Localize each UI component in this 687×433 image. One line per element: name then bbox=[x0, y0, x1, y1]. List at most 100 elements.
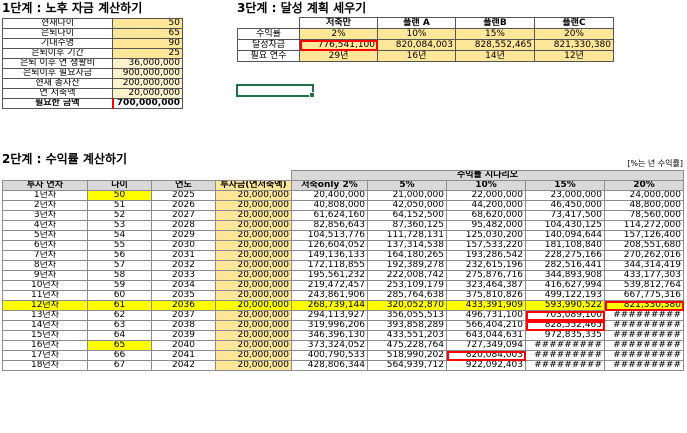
table-cell[interactable]: 268,739,144 bbox=[291, 300, 368, 311]
column-header[interactable]: 5% bbox=[367, 180, 447, 191]
table-cell[interactable]: 48,800,000 bbox=[604, 200, 684, 211]
column-header[interactable]: 20% bbox=[604, 180, 684, 191]
plan-value[interactable]: 828,552,465 bbox=[455, 39, 535, 51]
table-cell[interactable]: 539,812,764 bbox=[604, 280, 684, 291]
table-cell[interactable]: 42,050,000 bbox=[367, 200, 447, 211]
table-cell[interactable]: 564,939,712 bbox=[367, 360, 447, 371]
table-cell[interactable]: 703,089,100 bbox=[525, 310, 605, 321]
table-cell[interactable]: 20,000,000 bbox=[215, 260, 292, 271]
fund-value[interactable]: 200,000,000 bbox=[112, 78, 183, 89]
table-cell[interactable]: 346,396,130 bbox=[291, 330, 368, 341]
table-cell[interactable]: 319,996,206 bbox=[291, 320, 368, 331]
column-header[interactable]: 투자 연차 bbox=[2, 180, 88, 191]
table-cell[interactable]: 66 bbox=[87, 350, 152, 361]
table-cell[interactable]: 104,430,125 bbox=[525, 220, 605, 231]
plan-label[interactable]: 수익률 bbox=[237, 28, 300, 40]
table-cell[interactable]: 344,314,419 bbox=[604, 260, 684, 271]
table-cell[interactable]: ######### bbox=[525, 350, 605, 361]
table-cell[interactable]: 373,324,052 bbox=[291, 340, 368, 351]
table-cell[interactable]: 344,893,908 bbox=[525, 270, 605, 281]
table-cell[interactable]: 65 bbox=[87, 340, 152, 351]
table-cell[interactable]: 14년차 bbox=[2, 320, 88, 331]
table-cell[interactable]: 172,118,855 bbox=[291, 260, 368, 271]
table-cell[interactable]: 2030 bbox=[151, 240, 216, 251]
table-cell[interactable]: 2031 bbox=[151, 250, 216, 261]
table-cell[interactable]: 12년차 bbox=[2, 300, 88, 311]
table-cell[interactable]: 23,000,000 bbox=[525, 190, 605, 201]
table-cell[interactable]: 499,122,193 bbox=[525, 290, 605, 301]
table-cell[interactable]: 3년차 bbox=[2, 210, 88, 221]
table-cell[interactable]: 4년차 bbox=[2, 220, 88, 231]
plan-header-cell[interactable]: 플랜C bbox=[534, 17, 614, 29]
table-cell[interactable]: 7년차 bbox=[2, 250, 88, 261]
table-cell[interactable]: 11년차 bbox=[2, 290, 88, 301]
table-cell[interactable]: 20,400,000 bbox=[291, 190, 368, 201]
table-cell[interactable]: ######### bbox=[604, 340, 684, 351]
table-cell[interactable]: 228,275,166 bbox=[525, 250, 605, 261]
table-cell[interactable]: 137,314,538 bbox=[367, 240, 447, 251]
fund-label[interactable]: 현재나이 bbox=[2, 18, 113, 29]
table-cell[interactable]: 475,228,764 bbox=[367, 340, 447, 351]
fund-value[interactable]: 50 bbox=[112, 18, 183, 29]
plan-label[interactable]: 달성자금 bbox=[237, 39, 300, 51]
table-cell[interactable]: 164,180,265 bbox=[367, 250, 447, 261]
table-cell[interactable]: 20,000,000 bbox=[215, 360, 292, 371]
table-cell[interactable]: 73,417,500 bbox=[525, 210, 605, 221]
fund-label[interactable]: 은퇴나이 bbox=[2, 28, 113, 39]
fund-label[interactable]: 현재 총자산 bbox=[2, 78, 113, 89]
table-cell[interactable]: 820,084,003 bbox=[446, 350, 526, 361]
table-cell[interactable]: 50 bbox=[87, 190, 152, 201]
plan-value[interactable]: 820,084,003 bbox=[377, 39, 456, 51]
table-cell[interactable]: 10년차 bbox=[2, 280, 88, 291]
table-cell[interactable]: 2032 bbox=[151, 260, 216, 271]
table-cell[interactable]: 232,615,196 bbox=[446, 260, 526, 271]
table-cell[interactable]: 55 bbox=[87, 240, 152, 251]
table-cell[interactable]: 253,109,179 bbox=[367, 280, 447, 291]
plan-value[interactable]: 14년 bbox=[455, 50, 535, 62]
table-cell[interactable]: 643,044,631 bbox=[446, 330, 526, 341]
table-cell[interactable]: 2년차 bbox=[2, 200, 88, 211]
table-cell[interactable]: 13년차 bbox=[2, 310, 88, 321]
table-cell[interactable]: 727,349,094 bbox=[446, 340, 526, 351]
table-cell[interactable]: 51 bbox=[87, 200, 152, 211]
table-cell[interactable]: ######### bbox=[604, 310, 684, 321]
plan-value[interactable]: 29년 bbox=[299, 50, 378, 62]
table-cell[interactable]: 8년차 bbox=[2, 260, 88, 271]
plan-value[interactable]: 16년 bbox=[377, 50, 456, 62]
plan-value[interactable]: 20% bbox=[534, 28, 614, 40]
table-cell[interactable]: 20,000,000 bbox=[215, 300, 292, 311]
table-cell[interactable]: 1년차 bbox=[2, 190, 88, 201]
table-cell[interactable]: 2028 bbox=[151, 220, 216, 231]
table-cell[interactable]: 320,052,870 bbox=[367, 300, 447, 311]
column-header[interactable]: 저축only 2% bbox=[291, 180, 368, 191]
table-cell[interactable]: 195,561,232 bbox=[291, 270, 368, 281]
plan-header-cell[interactable]: 저축만 bbox=[299, 17, 378, 29]
fund-value[interactable]: 900,000,000 bbox=[112, 68, 183, 79]
table-cell[interactable]: 140,094,644 bbox=[525, 230, 605, 241]
fund-value[interactable]: 65 bbox=[112, 28, 183, 39]
table-cell[interactable]: 356,055,513 bbox=[367, 310, 447, 321]
table-cell[interactable]: 60 bbox=[87, 290, 152, 301]
table-cell[interactable]: 2036 bbox=[151, 300, 216, 311]
table-cell[interactable]: ######### bbox=[604, 360, 684, 371]
plan-header-cell[interactable]: 플랜B bbox=[455, 17, 535, 29]
column-header[interactable]: 15% bbox=[525, 180, 605, 191]
fund-value[interactable]: 700,000,000 bbox=[111, 98, 183, 109]
table-cell[interactable]: 87,360,125 bbox=[367, 220, 447, 231]
fund-value[interactable]: 90 bbox=[112, 38, 183, 49]
table-cell[interactable]: 82,856,643 bbox=[291, 220, 368, 231]
table-cell[interactable]: 56 bbox=[87, 250, 152, 261]
table-cell[interactable]: 54 bbox=[87, 230, 152, 241]
table-cell[interactable]: 2025 bbox=[151, 190, 216, 201]
table-cell[interactable]: 192,389,278 bbox=[367, 260, 447, 271]
table-cell[interactable]: 68,620,000 bbox=[446, 210, 526, 221]
table-cell[interactable]: 2037 bbox=[151, 310, 216, 321]
table-cell[interactable]: 15년차 bbox=[2, 330, 88, 341]
table-cell[interactable]: ######### bbox=[525, 360, 605, 371]
table-cell[interactable]: 433,551,203 bbox=[367, 330, 447, 341]
table-cell[interactable]: 52 bbox=[87, 210, 152, 221]
table-cell[interactable]: 16년차 bbox=[2, 340, 88, 351]
table-cell[interactable]: 157,126,400 bbox=[604, 230, 684, 241]
table-cell[interactable]: 922,092,403 bbox=[446, 360, 526, 371]
plan-header-cell[interactable] bbox=[238, 18, 300, 29]
